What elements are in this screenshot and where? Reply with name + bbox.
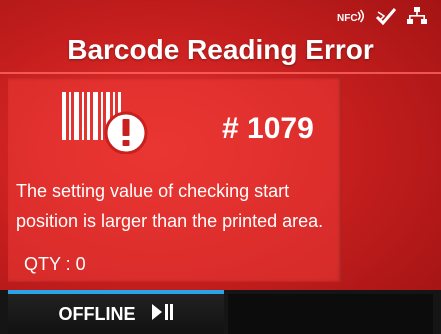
error-code: # 1079 [222,112,314,145]
nfc-icon: NFC [337,8,365,29]
title-divider [0,72,441,74]
bottom-right-slot [228,294,433,334]
offline-button[interactable]: OFFLINE [8,294,224,334]
play-pause-icon [151,303,174,326]
error-message: The setting value of checking start posi… [16,181,324,231]
page-title: Barcode Reading Error [67,34,374,65]
quantity-label: QTY : 0 [24,254,86,274]
network-icon [407,6,427,30]
bottom-bar: OFFLINE [0,290,441,334]
bluetooth-check-icon [375,7,397,30]
svg-text:NFC: NFC [337,13,358,24]
printer-screen: NFC Barcode Reading Error # 1079 The set… [0,0,441,334]
offline-label: OFFLINE [58,303,136,324]
status-bar: NFC [337,6,427,30]
barcode-error-icon [62,92,148,159]
